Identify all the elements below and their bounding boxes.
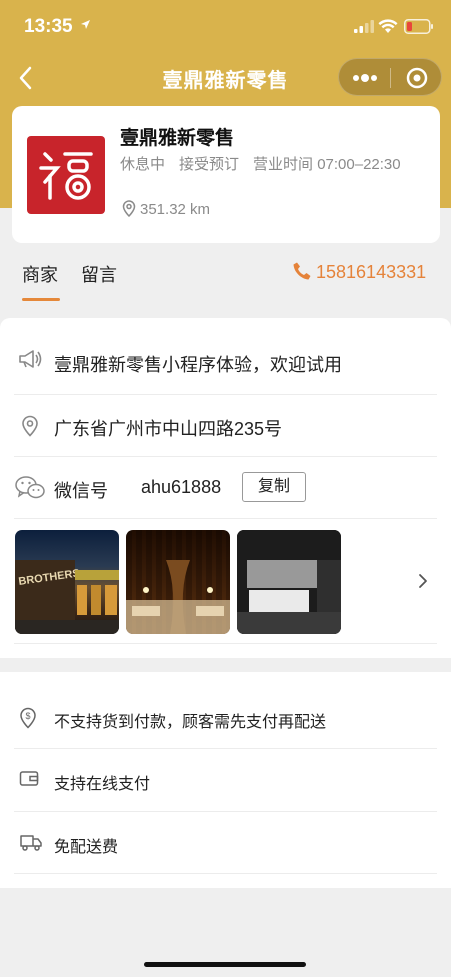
store-name: 壹鼎雅新零售 <box>120 128 235 149</box>
payment-delivery-text: 免配送费 <box>54 839 119 856</box>
wallet-icon <box>19 771 39 786</box>
divider <box>14 643 437 644</box>
payment-row-cod: $ 不支持货到付款，顾客需先支付再配送 <box>0 687 451 749</box>
store-distance: 351.32 km <box>122 200 210 218</box>
payment-row-delivery: 免配送费 <box>0 812 451 874</box>
store-photo-1[interactable]: BROTHERS <box>15 530 119 634</box>
wechat-label: 微信号 <box>54 481 108 501</box>
status-bar: 13:35 <box>0 0 451 52</box>
storefront-photo: BROTHERS <box>15 560 119 634</box>
payment-cod-text: 不支持货到付款，顾客需先支付再配送 <box>54 714 327 731</box>
location-pin-icon <box>122 200 136 218</box>
interior-photo <box>126 560 230 634</box>
payment-row-online: 支持在线支付 <box>0 749 451 811</box>
fu-character-logo-icon <box>39 152 93 200</box>
tab-merchant[interactable]: 商家 <box>22 261 58 287</box>
announcement-text: 壹鼎雅新零售小程序体验，欢迎试用 <box>54 355 342 375</box>
phone-call-link[interactable]: 15816143331 <box>292 261 426 283</box>
mini-program-capsule <box>338 58 442 96</box>
phone-number: 15816143331 <box>316 262 427 282</box>
chevron-right-icon[interactable] <box>417 571 429 591</box>
announcement-row: 壹鼎雅新零售小程序体验，欢迎试用 <box>0 318 451 395</box>
address-row[interactable]: 广东省广州市中山四路235号 <box>0 395 451 457</box>
delivery-truck-icon <box>20 835 42 851</box>
store-info-panel: 壹鼎雅新零售小程序体验，欢迎试用 广东省广州市中山四路235号 微信号 ahu6… <box>0 318 451 658</box>
address-text: 广东省广州市中山四路235号 <box>54 419 283 439</box>
copy-wechat-button[interactable]: 复制 <box>242 472 306 502</box>
payment-panel: $ 不支持货到付款，顾客需先支付再配送 支持在线支付 免配送费 <box>0 672 451 888</box>
wechat-icon <box>15 476 45 499</box>
location-arrow-icon <box>81 20 90 29</box>
divider <box>14 518 437 519</box>
wechat-id: ahu61888 <box>141 477 222 497</box>
dollar-pin-icon: $ <box>20 707 36 729</box>
store-photo-3[interactable] <box>237 530 341 634</box>
status-time: 13:35 <box>24 16 73 37</box>
store-photo-2[interactable] <box>126 530 230 634</box>
divider <box>14 873 437 874</box>
home-indicator[interactable] <box>144 962 306 967</box>
store-status-line: 休息中 接受预订 营业时间 07:00–22:30 <box>120 152 420 177</box>
distance-value: 351.32 km <box>140 201 211 218</box>
svg-text:$: $ <box>25 711 30 721</box>
close-mini-program-button[interactable] <box>391 59 443 97</box>
wechat-row: 微信号 ahu61888 复制 <box>0 457 451 519</box>
megaphone-icon <box>19 350 42 368</box>
payment-online-text: 支持在线支付 <box>54 776 151 793</box>
target-close-icon <box>406 67 428 89</box>
active-tab-indicator <box>22 298 60 301</box>
phone-icon <box>293 262 311 280</box>
battery-icon <box>404 19 433 34</box>
store-card: 壹鼎雅新零售 休息中 接受预订 营业时间 07:00–22:30 351.32 km <box>12 106 440 243</box>
store-logo <box>27 136 105 214</box>
cellular-signal-icon <box>354 20 374 33</box>
business-hours: 营业时间 07:00–22:30 <box>253 156 401 173</box>
business-status: 休息中 <box>120 156 166 173</box>
counter-photo <box>237 530 341 634</box>
more-button[interactable] <box>339 59 390 97</box>
booking-status: 接受预订 <box>179 156 240 173</box>
more-dots-icon <box>353 74 377 82</box>
wifi-icon <box>378 19 398 33</box>
tab-message[interactable]: 留言 <box>81 261 117 287</box>
location-pin-icon <box>22 415 38 437</box>
tabs-bar: 商家 留言 15816143331 <box>0 243 451 305</box>
